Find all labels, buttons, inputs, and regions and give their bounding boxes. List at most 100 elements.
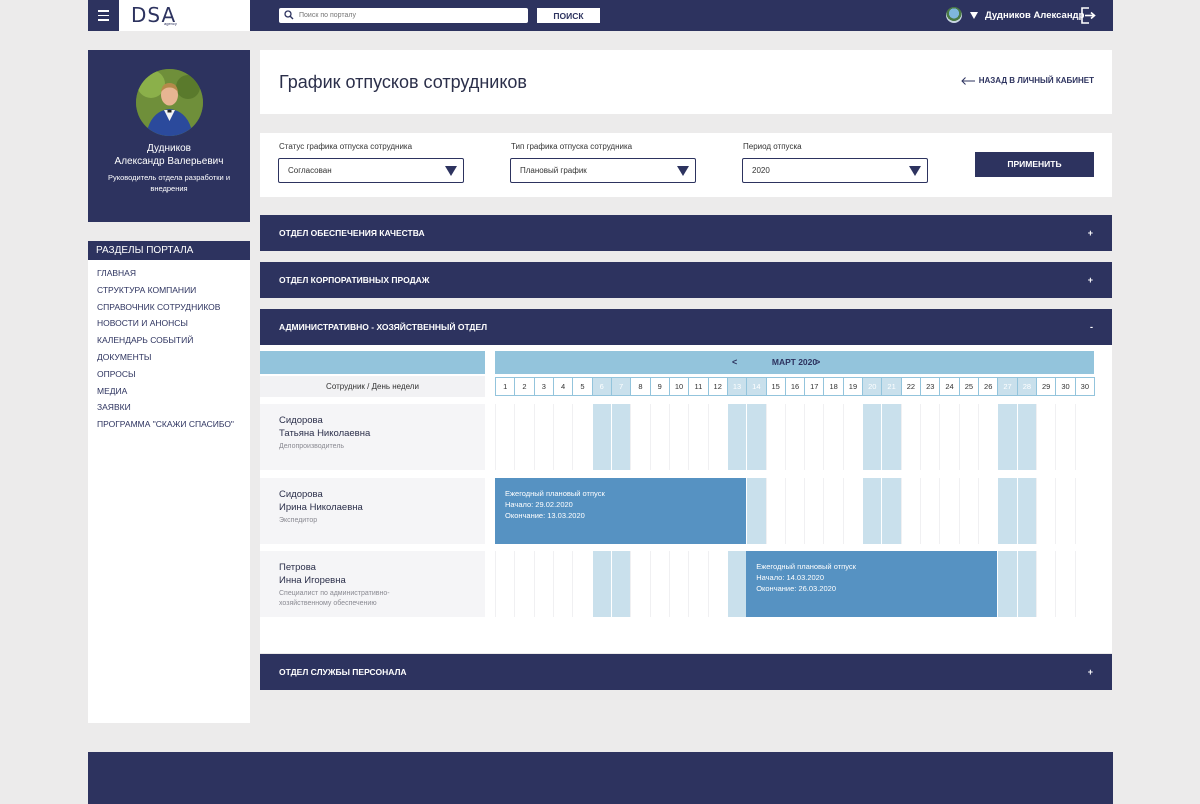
schedule-day-cell[interactable] — [514, 404, 533, 470]
vacation-block[interactable]: Ежегодный плановый отпуск Начало: 14.03.2… — [746, 551, 998, 617]
schedule-day-cell[interactable] — [1036, 478, 1055, 544]
schedule-day-cell[interactable] — [688, 551, 707, 617]
schedule-day-cell[interactable] — [997, 478, 1017, 544]
expand-icon[interactable]: + — [1088, 215, 1093, 251]
next-month-button[interactable]: > — [815, 351, 820, 374]
nav-item-home[interactable]: ГЛАВНАЯ — [88, 265, 250, 282]
user-avatar[interactable] — [946, 7, 962, 23]
search-input[interactable] — [299, 8, 524, 23]
schedule-day-cell[interactable] — [552, 551, 572, 617]
department-administrative[interactable]: АДМИНИСТРАТИВНО - ХОЗЯЙСТВЕННЫЙ ОТДЕЛ - — [260, 309, 1112, 345]
schedule-day-cell[interactable] — [591, 404, 611, 470]
schedule-day-cell[interactable] — [784, 404, 804, 470]
schedule-day-cell[interactable] — [842, 478, 862, 544]
schedule-day-cell[interactable] — [1074, 478, 1094, 544]
schedule-day-cell[interactable] — [997, 404, 1017, 470]
schedule-day-cell[interactable] — [784, 478, 804, 544]
nav-item-thanks-program[interactable]: ПРОГРАММА "СКАЖИ СПАСИБО" — [88, 416, 250, 433]
schedule-day-cell[interactable] — [668, 404, 688, 470]
schedule-day-cell[interactable] — [900, 404, 920, 470]
nav-item-structure[interactable]: СТРУКТУРА КОМПАНИИ — [88, 282, 250, 299]
nav-item-requests[interactable]: ЗАЯВКИ — [88, 399, 250, 416]
schedule-day-cell[interactable] — [495, 404, 514, 470]
hamburger-menu-icon[interactable] — [88, 0, 119, 31]
schedule-day-cell[interactable] — [533, 404, 553, 470]
schedule-day-cell[interactable] — [591, 551, 611, 617]
chevron-down-icon[interactable] — [970, 12, 978, 19]
schedule-day-cell[interactable] — [842, 404, 862, 470]
schedule-day-cell[interactable] — [823, 478, 842, 544]
schedule-day-cell[interactable] — [726, 404, 747, 470]
schedule-day-cell[interactable] — [746, 478, 766, 544]
schedule-day-cell[interactable] — [881, 478, 901, 544]
schedule-day-cell[interactable] — [804, 478, 823, 544]
schedule-day-cell[interactable] — [572, 551, 591, 617]
schedule-day-cell[interactable] — [1036, 551, 1055, 617]
nav-item-directory[interactable]: СПРАВОЧНИК СОТРУДНИКОВ — [88, 299, 250, 316]
schedule-day-cell[interactable] — [572, 404, 591, 470]
type-select[interactable]: Плановый график — [510, 158, 696, 183]
schedule-day-cell[interactable] — [1055, 551, 1074, 617]
schedule-day-cell[interactable] — [726, 551, 747, 617]
schedule-day-cell[interactable] — [765, 404, 785, 470]
schedule-day-cell[interactable] — [1074, 551, 1094, 617]
department-hr[interactable]: ОТДЕЛ СЛУЖБЫ ПЕРСОНАЛА + — [260, 654, 1112, 690]
schedule-day-cell[interactable] — [958, 478, 978, 544]
schedule-day-cell[interactable] — [533, 551, 553, 617]
schedule-day-cell[interactable] — [610, 404, 631, 470]
user-name[interactable]: Дудников Александр — [985, 10, 1084, 21]
nav-item-media[interactable]: МЕДИА — [88, 383, 250, 400]
schedule-day-cell[interactable] — [514, 551, 533, 617]
logout-icon[interactable] — [1080, 7, 1096, 24]
status-select[interactable]: Согласован — [278, 158, 464, 183]
period-select[interactable]: 2020 — [742, 158, 928, 183]
schedule-day-cell[interactable] — [668, 551, 688, 617]
back-link[interactable]: НАЗАД В ЛИЧНЫЙ КАБИНЕТ — [960, 76, 1094, 85]
schedule-day-cell[interactable] — [630, 551, 649, 617]
schedule-day-cell[interactable] — [1016, 551, 1037, 617]
schedule-day-cell[interactable] — [630, 404, 649, 470]
vacation-block[interactable]: Ежегодный плановый отпуск Начало: 29.02.2… — [495, 478, 747, 544]
schedule-day-cell[interactable] — [1055, 478, 1074, 544]
schedule-day-cell[interactable] — [920, 478, 939, 544]
schedule-day-cell[interactable] — [1016, 478, 1037, 544]
schedule-day-cell[interactable] — [823, 404, 842, 470]
schedule-day-cell[interactable] — [804, 404, 823, 470]
logo[interactable]: DSA agency — [119, 0, 250, 31]
schedule-day-cell[interactable] — [939, 404, 958, 470]
schedule-day-cell[interactable] — [939, 478, 958, 544]
expand-icon[interactable]: + — [1088, 654, 1093, 690]
search-button[interactable]: ПОИСК — [537, 8, 600, 23]
schedule-day-cell[interactable] — [862, 478, 882, 544]
employee-name[interactable]: Петрова Инна Игоревна — [279, 561, 346, 587]
expand-icon[interactable]: + — [1088, 262, 1093, 298]
prev-month-button[interactable]: < — [732, 351, 737, 374]
schedule-day-cell[interactable] — [649, 404, 669, 470]
schedule-day-cell[interactable] — [881, 404, 901, 470]
employee-name[interactable]: Сидорова Ирина Николаевна — [279, 488, 363, 514]
schedule-day-cell[interactable] — [1074, 404, 1094, 470]
schedule-day-cell[interactable] — [649, 551, 669, 617]
schedule-day-cell[interactable] — [920, 404, 939, 470]
schedule-day-cell[interactable] — [610, 551, 631, 617]
schedule-day-cell[interactable] — [900, 478, 920, 544]
schedule-day-cell[interactable] — [997, 551, 1017, 617]
department-corporate-sales[interactable]: ОТДЕЛ КОРПОРАТИВНЫХ ПРОДАЖ + — [260, 262, 1112, 298]
apply-button[interactable]: ПРИМЕНИТЬ — [975, 152, 1094, 177]
schedule-day-cell[interactable] — [862, 404, 882, 470]
schedule-day-cell[interactable] — [1055, 404, 1074, 470]
schedule-day-cell[interactable] — [978, 478, 997, 544]
nav-item-news[interactable]: НОВОСТИ И АНОНСЫ — [88, 315, 250, 332]
schedule-day-cell[interactable] — [746, 404, 766, 470]
schedule-day-cell[interactable] — [1036, 404, 1055, 470]
schedule-day-cell[interactable] — [958, 404, 978, 470]
nav-item-calendar[interactable]: КАЛЕНДАРЬ СОБЫТИЙ — [88, 332, 250, 349]
schedule-day-cell[interactable] — [978, 404, 997, 470]
schedule-day-cell[interactable] — [495, 551, 514, 617]
schedule-day-cell[interactable] — [1016, 404, 1037, 470]
schedule-day-cell[interactable] — [707, 404, 727, 470]
department-quality[interactable]: ОТДЕЛ ОБЕСПЕЧЕНИЯ КАЧЕСТВА + — [260, 215, 1112, 251]
schedule-day-cell[interactable] — [688, 404, 707, 470]
schedule-day-cell[interactable] — [765, 478, 785, 544]
nav-item-documents[interactable]: ДОКУМЕНТЫ — [88, 349, 250, 366]
